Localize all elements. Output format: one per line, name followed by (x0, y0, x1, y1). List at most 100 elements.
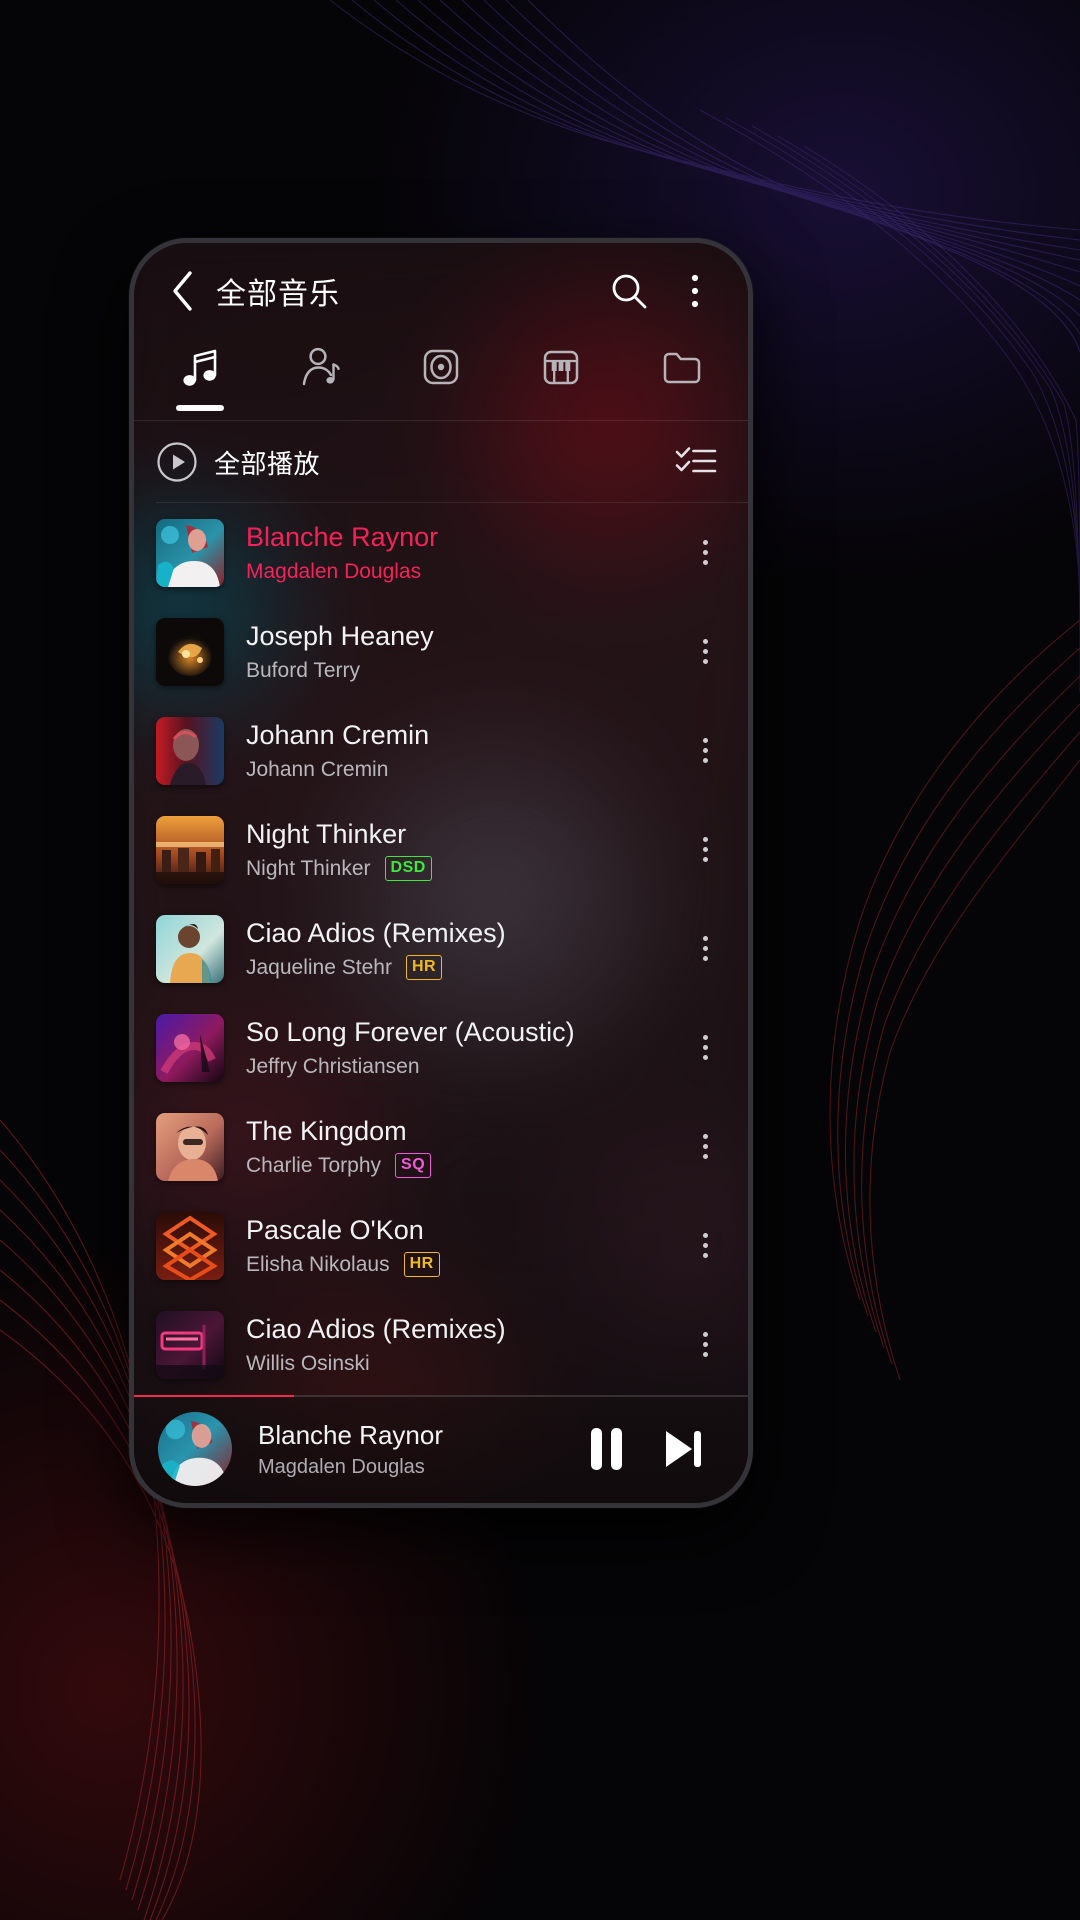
music-note-icon (176, 343, 224, 391)
music-app: 全部音乐 全部播放 Blanche Raynor Magdalen Dougla… (134, 243, 748, 1503)
song-row[interactable]: Pascale O'Kon Elisha Nikolaus HR (134, 1196, 748, 1295)
song-subtitle-line: Elisha Nikolaus HR (246, 1251, 676, 1278)
search-button[interactable] (602, 264, 656, 318)
song-overflow-button[interactable] (676, 711, 734, 791)
album-disc-icon (417, 343, 465, 391)
song-title: Ciao Adios (Remixes) (246, 918, 506, 948)
song-artist: Elisha Nikolaus (246, 1253, 390, 1276)
more-vertical-icon (702, 1035, 708, 1060)
chevron-left-icon (173, 271, 192, 311)
song-artist: Willis Osinski (246, 1352, 370, 1375)
more-vertical-icon (702, 1134, 708, 1159)
song-overflow-button[interactable] (676, 1206, 734, 1286)
more-vertical-icon (702, 540, 708, 565)
song-artist: Magdalen Douglas (246, 560, 422, 583)
tab-artists[interactable] (260, 339, 380, 421)
song-artwork (156, 815, 224, 884)
quality-badge: HR (405, 955, 443, 980)
song-subtitle-line: Magdalen Douglas (246, 558, 676, 585)
tab-albums[interactable] (381, 339, 501, 421)
multi-select-button[interactable] (668, 434, 724, 490)
song-title: Joseph Heaney (246, 621, 434, 651)
app-bar: 全部音乐 (134, 243, 748, 339)
song-artwork (156, 914, 224, 983)
pause-button[interactable] (568, 1411, 644, 1487)
next-track-button[interactable] (644, 1411, 720, 1487)
song-artwork (156, 716, 224, 785)
checklist-icon (675, 447, 717, 473)
song-row[interactable]: Night Thinker Night Thinker DSD (134, 800, 748, 899)
song-row[interactable]: Blanche Raynor Magdalen Douglas (134, 503, 748, 602)
song-meta: Joseph Heaney Buford Terry (246, 619, 676, 684)
now-playing-artist: Magdalen Douglas (258, 1455, 425, 1478)
song-overflow-button[interactable] (676, 909, 734, 989)
folder-icon (658, 343, 706, 391)
play-all-bar: 全部播放 (134, 421, 748, 503)
song-meta: Blanche Raynor Magdalen Douglas (246, 520, 676, 585)
play-all-button[interactable]: 全部播放 (156, 441, 668, 483)
song-artist: Night Thinker (246, 857, 371, 880)
song-artwork (156, 1013, 224, 1082)
more-vertical-icon (702, 1332, 708, 1357)
mini-player[interactable]: Blanche Raynor Magdalen Douglas (134, 1395, 748, 1503)
song-row[interactable]: Johann Cremin Johann Cremin (134, 701, 748, 800)
quality-badge: HR (403, 1252, 440, 1277)
overflow-menu-button[interactable] (668, 264, 722, 318)
tab-songs[interactable] (140, 339, 260, 421)
song-meta: Ciao Adios (Remixes) Willis Osinski (246, 1312, 676, 1377)
more-vertical-icon (702, 738, 708, 763)
phone-device-frame: 全部音乐 全部播放 Blanche Raynor Magdalen Dougla… (129, 238, 753, 1508)
song-overflow-button[interactable] (676, 612, 734, 692)
song-title: The Kingdom (246, 1116, 407, 1146)
song-title: So Long Forever (Acoustic) (246, 1017, 575, 1047)
song-overflow-button[interactable] (676, 1008, 734, 1088)
song-subtitle-line: Willis Osinski (246, 1350, 676, 1377)
song-artist: Charlie Torphy (246, 1154, 382, 1177)
play-all-label: 全部播放 (214, 448, 321, 479)
more-vertical-icon (702, 837, 708, 862)
quality-badge: DSD (384, 856, 432, 881)
song-overflow-button[interactable] (676, 810, 734, 890)
more-vertical-icon (702, 936, 708, 961)
song-overflow-button[interactable] (676, 1107, 734, 1187)
song-artwork (156, 617, 224, 686)
page-title: 全部音乐 (216, 278, 340, 311)
song-row[interactable]: Joseph Heaney Buford Terry (134, 602, 748, 701)
tab-folders[interactable] (622, 339, 742, 421)
song-meta: Johann Cremin Johann Cremin (246, 718, 676, 783)
song-artwork (156, 1211, 224, 1280)
song-row[interactable]: The Kingdom Charlie Torphy SQ (134, 1097, 748, 1196)
artist-icon (297, 343, 345, 391)
play-circle-icon (157, 442, 197, 482)
phone-screen: 全部音乐 全部播放 Blanche Raynor Magdalen Dougla… (134, 243, 748, 1503)
more-vertical-icon (702, 639, 708, 664)
song-overflow-button[interactable] (676, 1305, 734, 1385)
song-meta: Night Thinker Night Thinker DSD (246, 817, 676, 882)
song-meta: Pascale O'Kon Elisha Nikolaus HR (246, 1213, 676, 1278)
skip-next-icon (666, 1431, 701, 1467)
now-playing-meta: Blanche Raynor Magdalen Douglas (258, 1419, 568, 1480)
now-playing-title: Blanche Raynor (258, 1419, 443, 1450)
song-title: Johann Cremin (246, 720, 430, 750)
song-artwork (156, 518, 224, 587)
song-overflow-button[interactable] (676, 513, 734, 593)
song-subtitle-line: Buford Terry (246, 657, 676, 684)
quality-badge: SQ (395, 1153, 432, 1178)
song-row[interactable]: Ciao Adios (Remixes) Willis Osinski (134, 1295, 748, 1394)
now-playing-artwork (158, 1412, 232, 1486)
tab-genres[interactable] (501, 339, 621, 421)
song-row[interactable]: So Long Forever (Acoustic) Jeffry Christi… (134, 998, 748, 1097)
back-button[interactable] (156, 265, 208, 317)
song-subtitle-line: Johann Cremin (246, 756, 676, 783)
song-title: Blanche Raynor (246, 522, 439, 552)
song-artist: Jeffry Christiansen (246, 1055, 420, 1078)
playback-progress-bar[interactable] (134, 1395, 748, 1397)
more-vertical-icon (702, 1233, 708, 1258)
song-artist: Johann Cremin (246, 758, 389, 781)
song-list[interactable]: Blanche Raynor Magdalen Douglas Joseph Hea… (134, 503, 748, 1395)
song-title: Ciao Adios (Remixes) (246, 1314, 506, 1344)
song-row[interactable]: Ciao Adios (Remixes) Jaqueline Stehr HR (134, 899, 748, 998)
song-subtitle-line: Jaqueline Stehr HR (246, 954, 676, 981)
song-artwork (156, 1310, 224, 1379)
search-icon (612, 274, 647, 309)
